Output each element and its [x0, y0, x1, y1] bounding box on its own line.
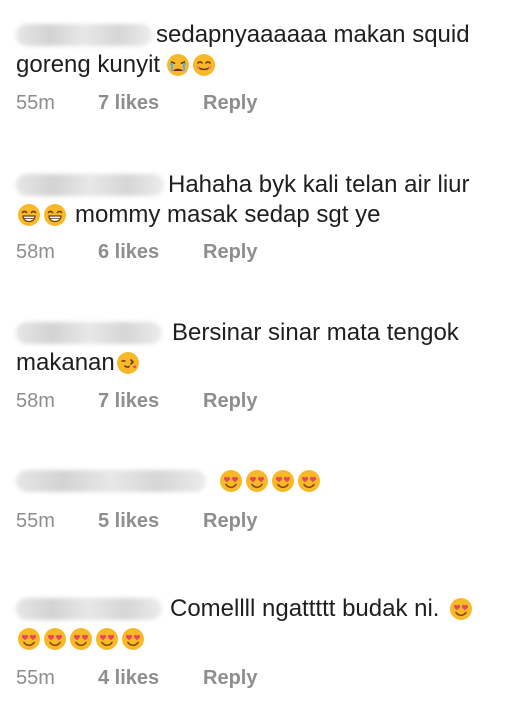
comment-1-line-1: sedapnyaaaaaa makan squid	[16, 20, 501, 50]
laughing-face-emoji-icon	[43, 203, 67, 227]
username-blurred[interactable]	[16, 470, 206, 492]
reply-button[interactable]: Reply	[203, 390, 257, 413]
likes-count[interactable]: 5 likes	[98, 510, 203, 533]
reply-button[interactable]: Reply	[203, 667, 257, 690]
timestamp: 55m	[16, 666, 55, 689]
heart-eyes-emoji-icon	[95, 627, 119, 651]
winking-kiss-face-emoji-icon	[116, 351, 140, 375]
heart-eyes-emoji-icon	[219, 469, 243, 493]
comment-text: makanan	[16, 349, 115, 376]
username-blurred[interactable]	[16, 598, 162, 620]
heart-eyes-emoji-icon	[449, 597, 473, 621]
comment-5-line-2	[16, 624, 501, 654]
comment-3-line-1: Bersinar sinar mata tengok	[16, 318, 501, 348]
crying-face-emoji-icon	[166, 53, 190, 77]
smiling-face-emoji-icon	[192, 53, 216, 77]
comment-5-line-1: Comellll ngattttt budak ni.	[16, 594, 501, 624]
comment-2: Hahaha byk kali telan air liur mommy mas…	[16, 170, 501, 230]
heart-eyes-emoji-icon	[245, 469, 269, 493]
username-blurred[interactable]	[16, 174, 164, 196]
comment-text: sedapnyaaaaaa makan squid	[156, 21, 470, 48]
comment-4-line-1	[16, 466, 501, 496]
comment-1-line-2: goreng kunyit	[16, 50, 501, 80]
likes-count[interactable]: 7 likes	[98, 92, 203, 115]
comment-3-meta: 58m 7 likes Reply	[16, 388, 257, 414]
comment-text: mommy masak sedap sgt ye	[75, 201, 381, 228]
likes-count[interactable]: 6 likes	[98, 241, 203, 264]
comment-3-line-2: makanan	[16, 348, 501, 378]
timestamp: 55m	[16, 509, 55, 532]
comment-text: goreng kunyit	[16, 51, 161, 78]
timestamp: 58m	[16, 240, 55, 263]
laughing-face-emoji-icon	[17, 203, 41, 227]
timestamp: 55m	[16, 91, 55, 114]
comment-5-meta: 55m 4 likes Reply	[16, 665, 257, 691]
reply-button[interactable]: Reply	[203, 510, 257, 533]
heart-eyes-emoji-icon	[271, 469, 295, 493]
likes-count[interactable]: 7 likes	[98, 390, 203, 413]
comment-text: Hahaha byk kali telan air liur	[168, 171, 470, 198]
heart-eyes-emoji-icon	[297, 469, 321, 493]
comment-1-meta: 55m 7 likes Reply	[16, 90, 257, 116]
reply-button[interactable]: Reply	[203, 241, 257, 264]
username-blurred[interactable]	[16, 322, 162, 344]
comment-1: sedapnyaaaaaa makan squid goreng kunyit	[16, 20, 501, 80]
comment-2-meta: 58m 6 likes Reply	[16, 239, 257, 265]
comment-text: Comellll ngattttt budak ni.	[170, 595, 440, 622]
comment-text: Bersinar sinar mata tengok	[172, 319, 459, 346]
comment-4	[16, 466, 501, 496]
heart-eyes-emoji-icon	[17, 627, 41, 651]
comment-3: Bersinar sinar mata tengok makanan	[16, 318, 501, 378]
comment-5: Comellll ngattttt budak ni.	[16, 594, 501, 654]
comment-4-meta: 55m 5 likes Reply	[16, 508, 257, 534]
heart-eyes-emoji-icon	[43, 627, 67, 651]
heart-eyes-emoji-icon	[121, 627, 145, 651]
comment-2-line-1: Hahaha byk kali telan air liur	[16, 170, 501, 200]
heart-eyes-emoji-icon	[69, 627, 93, 651]
likes-count[interactable]: 4 likes	[98, 667, 203, 690]
timestamp: 58m	[16, 389, 55, 412]
username-blurred[interactable]	[16, 24, 152, 46]
comment-2-line-2: mommy masak sedap sgt ye	[16, 200, 501, 230]
reply-button[interactable]: Reply	[203, 92, 257, 115]
